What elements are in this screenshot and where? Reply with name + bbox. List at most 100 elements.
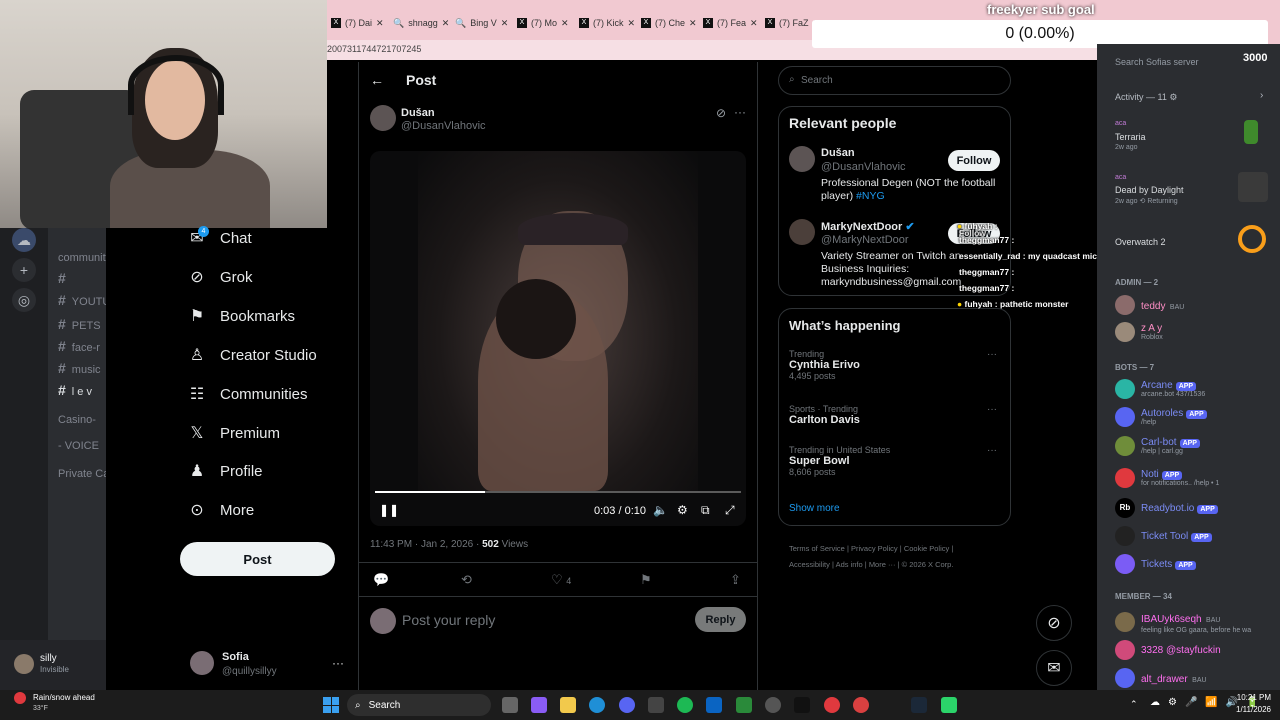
nav-premium[interactable]: 𝕏 Premium (188, 423, 280, 443)
nav-bookmarks[interactable]: ⚑ Bookmarks (188, 306, 295, 326)
reply-button[interactable]: Reply (695, 607, 746, 632)
category-voice[interactable]: - VOICE (58, 440, 99, 452)
search-input[interactable]: ⌕ Search (778, 66, 1011, 95)
chrome-icon[interactable] (824, 697, 840, 713)
trend-item[interactable]: Sports · Trending Carlton Davis (789, 404, 860, 426)
edge-icon[interactable] (589, 697, 605, 713)
pip-icon[interactable]: ⧉ (701, 503, 710, 518)
channel-pets[interactable]: # PETS (58, 316, 101, 332)
volume-icon[interactable]: 🔈 (653, 503, 668, 517)
bot-item[interactable]: Autoroles APP/help (1115, 407, 1207, 427)
back-arrow-icon[interactable]: ← (370, 72, 384, 88)
bot-item[interactable]: Ticket Tool APP (1115, 526, 1212, 546)
bot-item[interactable]: Noti APP for notifications.. /help • 1 (1115, 468, 1219, 488)
app-icon[interactable] (736, 697, 752, 713)
copilot-icon[interactable] (531, 697, 547, 713)
tab[interactable]: X (7) Fea ✕ (703, 14, 758, 32)
footer-link[interactable]: More ··· (869, 560, 896, 569)
reply-input[interactable]: Post your reply (402, 612, 495, 628)
settings-icon[interactable]: ⚙ (677, 503, 688, 517)
fullscreen-icon[interactable]: ⤢ (725, 503, 735, 518)
follow-button[interactable]: Follow (948, 150, 1000, 171)
discord-icon[interactable] (619, 697, 635, 713)
app-icon[interactable] (941, 697, 957, 713)
task-view-icon[interactable] (502, 697, 518, 713)
category-private[interactable]: Private Ca (58, 468, 106, 480)
file-explorer-icon[interactable] (560, 697, 576, 713)
bot-item[interactable]: Rb Readybot.io APP (1115, 498, 1218, 518)
channel-item[interactable]: # (58, 270, 72, 286)
video-progress-track[interactable] (375, 491, 741, 493)
tab[interactable]: X (7) Mo ✕ (517, 14, 569, 32)
person-name[interactable]: MarkyNextDoor ✔ (821, 220, 915, 233)
trend-item[interactable]: Trending in United States Super Bowl 8,606… (789, 445, 890, 477)
nav-creator-studio[interactable]: ♙ Creator Studio (188, 345, 317, 365)
footer-link[interactable]: Cookie Policy (904, 544, 949, 553)
author-name[interactable]: Dušan (401, 107, 435, 119)
member-item[interactable]: 3328 @stayfuckin (1115, 640, 1221, 660)
discord-search-input[interactable]: Search Sofias server (1115, 57, 1199, 67)
footer-link[interactable]: Terms of Service (789, 544, 845, 553)
tab[interactable]: 🔍 shnagg ✕ (393, 14, 449, 32)
tiktok-icon[interactable] (794, 697, 810, 713)
member-item[interactable]: teddy BAU (1115, 295, 1184, 315)
chevron-right-icon[interactable]: › (1260, 90, 1263, 101)
grok-fab-icon[interactable]: ⊘ (1036, 605, 1072, 641)
show-more-link[interactable]: Show more (789, 503, 840, 514)
bot-item[interactable]: Carl-bot APP/help | carl.gg (1115, 436, 1200, 456)
add-server-icon[interactable]: + (12, 258, 36, 282)
channel-community[interactable]: community (58, 252, 106, 264)
nav-communities[interactable]: ☷ Communities (188, 384, 308, 404)
video-player[interactable]: ❚❚ 0:03 / 0:10 🔈 ⚙ ⧉ ⤢ (370, 151, 746, 526)
server-icon[interactable]: ☁ (12, 228, 36, 252)
channel-youtube[interactable]: #YOUTU (58, 292, 106, 308)
repost-icon[interactable]: ⟲ (461, 572, 472, 588)
channel-music[interactable]: # music (58, 360, 101, 376)
steam-icon[interactable] (911, 697, 927, 713)
account-menu-icon[interactable]: ··· (332, 656, 344, 670)
spotify-icon[interactable] (677, 697, 693, 713)
like-button[interactable]: ♡ 4 (551, 572, 571, 588)
nav-more[interactable]: ⊙ More (188, 500, 254, 520)
activity-header[interactable]: Activity — 11 ⚙ (1115, 92, 1177, 103)
footer-link[interactable]: Ads info (836, 560, 863, 569)
post-button[interactable]: Post (180, 542, 335, 576)
channel-face[interactable]: # face-r (58, 338, 100, 354)
grok-icon[interactable]: ⊘ (716, 106, 726, 120)
footer-link[interactable]: Accessibility (789, 560, 830, 569)
messages-fab-icon[interactable]: ✉ (1036, 650, 1072, 686)
clock-time[interactable]: 10:21 PM (1233, 693, 1271, 702)
windows-start-icon[interactable] (323, 697, 339, 713)
more-icon[interactable]: ··· (734, 105, 746, 119)
chrome-profile-icon[interactable] (853, 697, 869, 713)
taskbar-search[interactable]: ⌕ Search (347, 694, 491, 716)
activity-game[interactable]: Overwatch 2 (1115, 237, 1166, 247)
tab[interactable]: X (7) Dai ✕ (331, 14, 384, 32)
author-avatar[interactable] (370, 105, 396, 131)
person-avatar[interactable] (789, 219, 815, 245)
activity-game[interactable]: Dead by Daylight (1115, 185, 1184, 195)
member-item[interactable]: IBAUyk6seqh BAU feeling like OG gaara, be… (1115, 609, 1251, 634)
more-icon[interactable]: ··· (987, 349, 997, 360)
avatar[interactable] (14, 654, 34, 674)
author-handle[interactable]: @DusanVlahovic (401, 120, 486, 132)
clock-date[interactable]: 1/11/2026 (1229, 705, 1271, 714)
mail-icon[interactable] (706, 697, 722, 713)
person-handle[interactable]: @MarkyNextDoor (821, 234, 909, 246)
activity-game[interactable]: Terraria (1115, 132, 1146, 142)
bot-item[interactable]: Tickets APP (1115, 554, 1196, 574)
person-avatar[interactable] (789, 146, 815, 172)
more-icon[interactable]: ··· (987, 404, 997, 415)
store-icon[interactable] (648, 697, 664, 713)
weather-text[interactable]: Rain/snow ahead (33, 693, 95, 702)
tab[interactable]: X (7) Kick ✕ (579, 14, 635, 32)
channel-level[interactable]: # l e v (58, 382, 92, 398)
nav-profile[interactable]: ♟ Profile (188, 461, 263, 481)
trend-item[interactable]: Trending Cynthia Erivo 4,495 posts (789, 349, 860, 381)
explore-icon[interactable]: ◎ (12, 288, 36, 312)
bookmark-icon[interactable]: ⚑ (640, 572, 652, 588)
member-item[interactable]: alt_drawer BAU (1115, 668, 1207, 688)
tab[interactable]: X (7) Che ✕ (641, 14, 697, 32)
footer-link[interactable]: Privacy Policy (851, 544, 898, 553)
obs-icon[interactable] (765, 697, 781, 713)
